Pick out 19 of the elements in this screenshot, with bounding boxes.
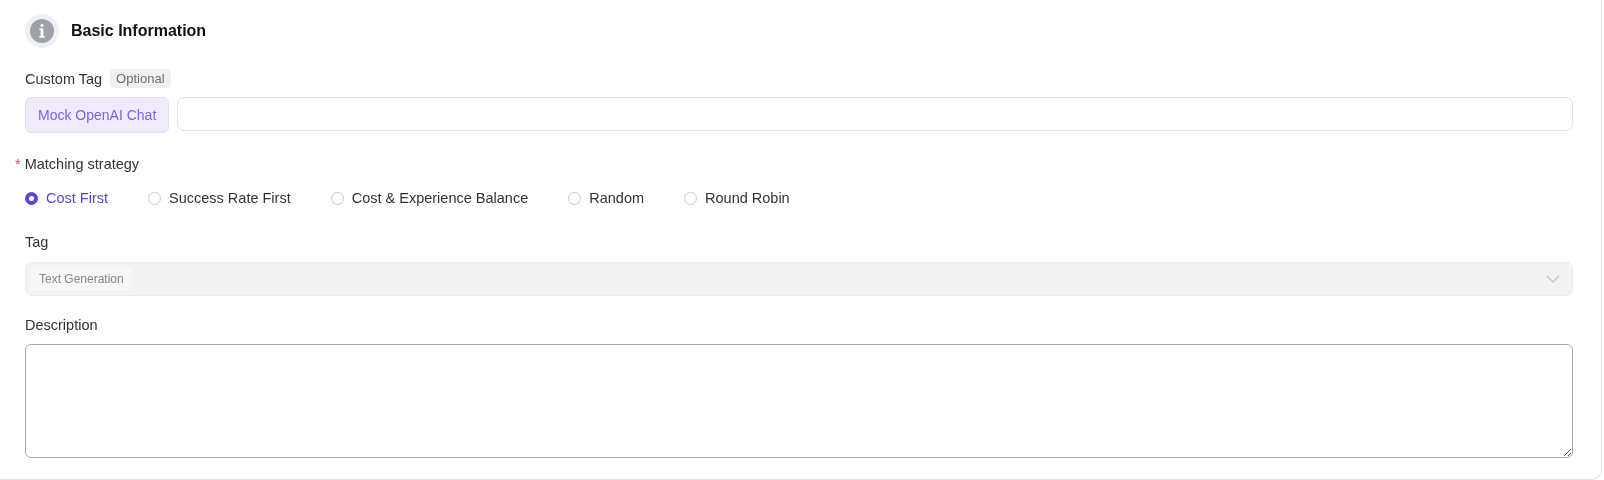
- radio-label[interactable]: Cost First: [46, 190, 109, 206]
- field-label: Custom Tag: [25, 70, 103, 87]
- chevron-down-icon: [1546, 275, 1560, 283]
- field-label: Tag: [25, 234, 49, 250]
- radio-label[interactable]: Cost & Experience Balance: [351, 190, 529, 206]
- tag-chip: Text Generation: [31, 267, 132, 291]
- section-title: Basic Information: [71, 22, 207, 40]
- custom-tag-field[interactable]: [177, 97, 1573, 131]
- radio-label[interactable]: Success Rate First: [169, 190, 291, 206]
- description-field[interactable]: [25, 344, 1573, 458]
- field-label: Description: [25, 317, 98, 333]
- optional-badge: Optional: [110, 69, 171, 88]
- field-label: Matching strategy: [24, 156, 140, 172]
- info-icon: [25, 14, 59, 48]
- required-asterisk: *: [15, 156, 21, 172]
- tag-prefix: Mock OpenAI Chat: [25, 97, 170, 133]
- radio-label[interactable]: Random: [589, 190, 645, 206]
- radio-label[interactable]: Round Robin: [705, 190, 790, 206]
- radio-button[interactable]: [25, 191, 38, 205]
